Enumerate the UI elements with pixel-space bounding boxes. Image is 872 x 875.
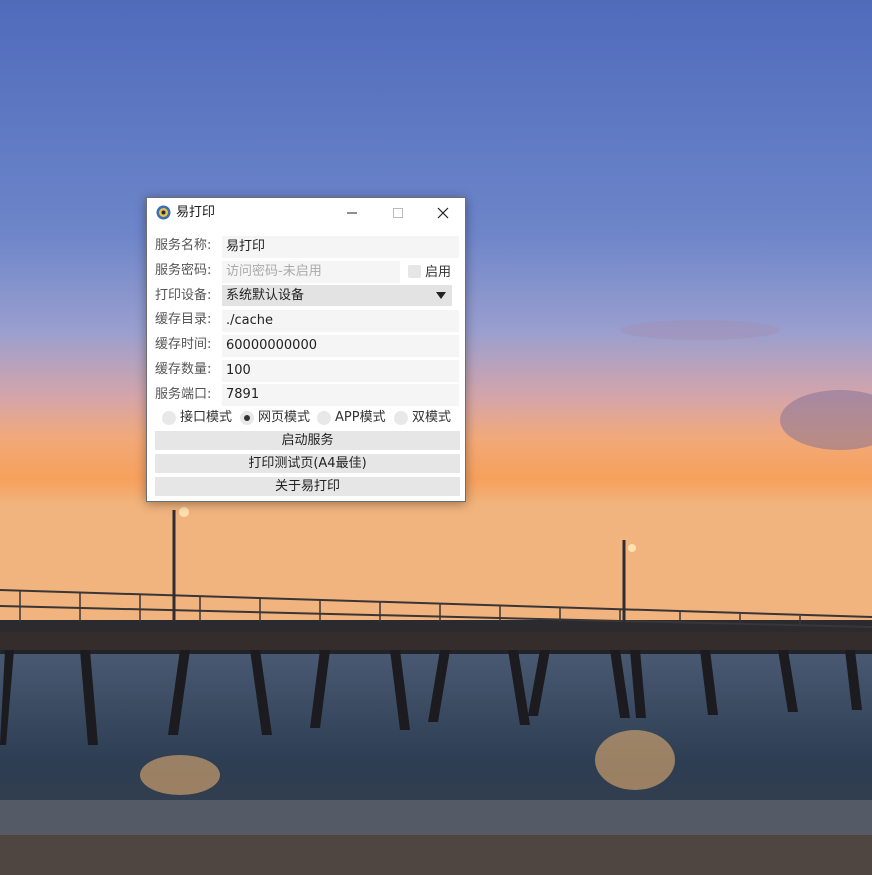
start-service-button[interactable]: 启动服务 [155,431,460,450]
app-logo-icon [156,205,171,220]
mode-label-web: 网页模式 [258,410,311,425]
mode-radio-dual[interactable] [394,411,408,425]
close-button[interactable] [420,198,466,228]
password-enable-label: 启用 [425,265,452,280]
window-title: 易打印 [176,205,216,220]
cache-time-input[interactable]: 60000000000 [222,335,459,357]
mode-label-app: APP模式 [335,410,386,425]
app-window: 易打印 服务名称: 易打印 服务密码: 访问密码-未启用 启用 打印设备: 系统… [146,197,466,502]
service-password-label: 服务密码: [155,263,212,278]
test-print-button[interactable]: 打印测试页(A4最佳) [155,454,460,473]
dropdown-arrow-icon [436,292,446,299]
minimize-icon [347,212,357,214]
maximize-button[interactable] [375,198,421,228]
mode-radio-api[interactable] [162,411,176,425]
service-name-input[interactable]: 易打印 [222,236,459,258]
service-name-label: 服务名称: [155,238,212,253]
mode-label-dual: 双模式 [412,410,452,425]
title-bar[interactable]: 易打印 [147,198,465,228]
maximize-icon [393,208,403,218]
cache-dir-label: 缓存目录: [155,312,212,327]
mode-radio-app[interactable] [317,411,331,425]
cache-count-input[interactable]: 100 [222,360,459,382]
cache-count-label: 缓存数量: [155,362,212,377]
service-password-input[interactable]: 访问密码-未启用 [222,261,400,283]
cache-dir-input[interactable]: ./cache [222,310,459,332]
mode-label-api: 接口模式 [180,410,233,425]
about-button[interactable]: 关于易打印 [155,477,460,496]
print-device-value: 系统默认设备 [226,288,305,303]
print-device-select[interactable]: 系统默认设备 [222,285,452,306]
minimize-button[interactable] [329,198,375,228]
service-port-input[interactable]: 7891 [222,384,459,406]
print-device-label: 打印设备: [155,288,212,303]
mode-radio-web[interactable] [240,411,254,425]
password-enable-checkbox[interactable] [408,265,421,278]
close-icon [437,207,449,219]
cache-time-label: 缓存时间: [155,337,212,352]
service-port-label: 服务端口: [155,387,212,402]
